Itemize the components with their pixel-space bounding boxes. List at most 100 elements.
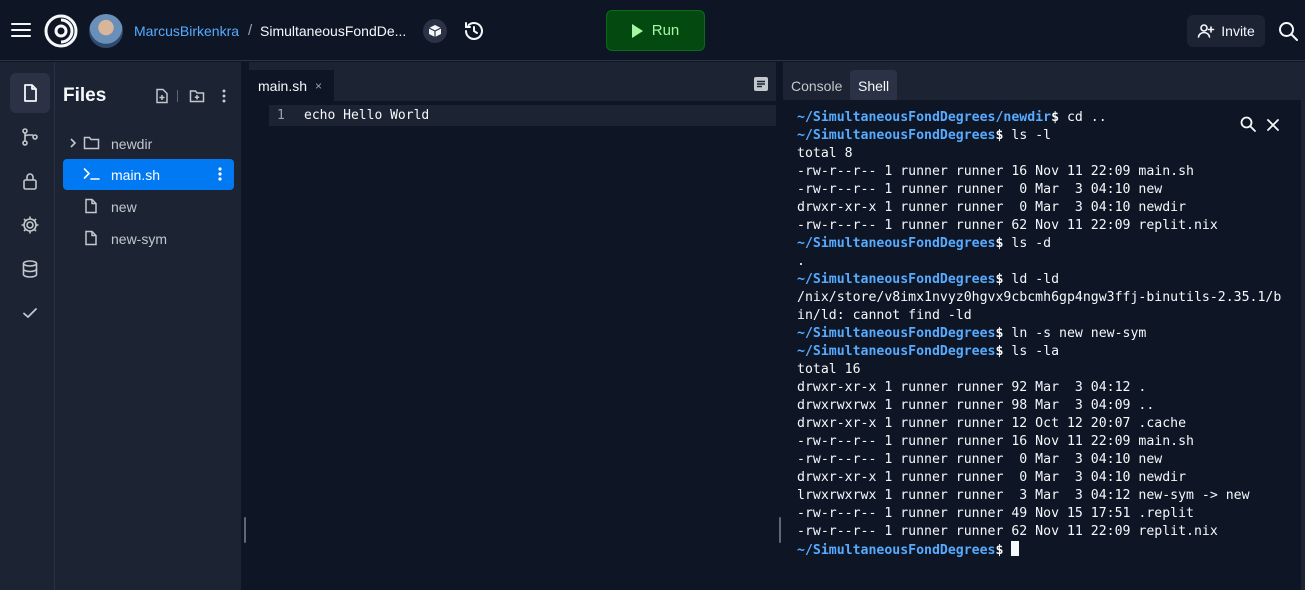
secrets-tool-button[interactable]: [10, 161, 50, 201]
prompt-path: ~/SimultaneousFondDegrees: [797, 272, 996, 287]
terminal-output-text: drwxr-xr-x 1 runner runner 0 Mar 3 04:10…: [797, 200, 1187, 215]
terminal-line: ~/SimultaneousFondDegrees$ ls -l: [797, 127, 1281, 145]
history-icon[interactable]: [462, 19, 486, 43]
terminal-output-text: -rw-r--r-- 1 runner runner 16 Nov 11 22:…: [797, 164, 1194, 179]
tool-rail: [0, 62, 55, 590]
terminal-output-text: drwxrwxrwx 1 runner runner 98 Mar 3 04:0…: [797, 398, 1155, 413]
tab-console[interactable]: Console: [783, 70, 850, 101]
terminal-line: -rw-r--r-- 1 runner runner 62 Nov 11 22:…: [797, 217, 1281, 235]
terminal[interactable]: ~/SimultaneousFondDegrees/newdir$ cd .. ~…: [783, 100, 1301, 590]
close-icon[interactable]: ×: [315, 79, 322, 93]
terminal-output-text: -rw-r--r-- 1 runner runner 62 Nov 11 22:…: [797, 524, 1218, 539]
terminal-line: ~/SimultaneousFondDegrees$: [797, 541, 1281, 560]
command-text: ln -s new new-sym: [1003, 326, 1147, 341]
terminal-line: ~/SimultaneousFondDegrees$ ls -d: [797, 235, 1281, 253]
search-icon[interactable]: [1239, 115, 1259, 135]
prompt-path: ~/SimultaneousFondDegrees/newdir: [797, 110, 1052, 125]
command-text: ls -d: [1003, 236, 1052, 251]
file-tree-item-label: new-sym: [111, 231, 168, 247]
file-tree-item-newdir[interactable]: newdir: [63, 128, 234, 159]
tab-main-sh[interactable]: main.sh ×: [249, 70, 334, 101]
terminal-line: -rw-r--r-- 1 runner runner 62 Nov 11 22:…: [797, 523, 1281, 541]
file-tree-item-new-sym[interactable]: new-sym: [63, 223, 234, 254]
editor-pane: main.sh × 1 echo Hello World: [249, 62, 776, 590]
settings-tool-button[interactable]: [10, 205, 50, 245]
file-icon: [85, 198, 97, 214]
terminal-output-text: /nix/store/v8imx1nvyz0hgvx9cbcmh6gp4ngw3…: [797, 290, 1282, 305]
editor-menu-icon[interactable]: [752, 75, 772, 95]
add-user-icon: [1197, 24, 1215, 38]
file-tree-item-new[interactable]: new: [63, 191, 234, 222]
new-file-button[interactable]: [152, 86, 172, 106]
terminal-line: total 8: [797, 145, 1281, 163]
files-more-button[interactable]: [214, 86, 234, 106]
command-text: ld -ld: [1003, 272, 1060, 287]
code-line[interactable]: 1 echo Hello World: [269, 105, 776, 126]
prompt-path: ~/SimultaneousFondDegrees: [797, 128, 996, 143]
terminal-line: drwxr-xr-x 1 runner runner 0 Mar 3 04:10…: [797, 469, 1281, 487]
terminal-line: -rw-r--r-- 1 runner runner 0 Mar 3 04:10…: [797, 181, 1281, 199]
terminal-cursor[interactable]: [1011, 541, 1020, 556]
run-button[interactable]: Run: [606, 10, 705, 51]
database-tool-button[interactable]: [10, 249, 50, 289]
terminal-output-text: lrwxrwxrwx 1 runner runner 3 Mar 3 04:12…: [797, 488, 1250, 503]
terminal-output-text: drwxr-xr-x 1 runner runner 12 Oct 12 20:…: [797, 416, 1187, 431]
file-tree-item-main-sh[interactable]: main.sh: [63, 159, 234, 190]
file-tree-item-label: new: [111, 199, 137, 215]
close-icon[interactable]: [1263, 115, 1283, 135]
terminal-output-text: -rw-r--r-- 1 runner runner 49 Nov 15 17:…: [797, 506, 1194, 521]
panel-resize-handle[interactable]: [241, 62, 249, 590]
terminal-line: .: [797, 253, 1281, 271]
resize-grip[interactable]: [779, 517, 781, 543]
terminal-output-text: -rw-r--r-- 1 runner runner 0 Mar 3 04:10…: [797, 182, 1163, 197]
checks-tool-button[interactable]: [10, 293, 50, 333]
gear-icon: [21, 216, 39, 234]
terminal-output-text: drwxr-xr-x 1 runner runner 0 Mar 3 04:10…: [797, 470, 1187, 485]
terminal-line: ~/SimultaneousFondDegrees$ ls -la: [797, 343, 1281, 361]
hamburger-icon[interactable]: [10, 20, 32, 42]
tab-shell[interactable]: Shell: [850, 70, 898, 101]
files-panel: Files newdir main.sh new new-sym: [55, 62, 241, 590]
code-editor[interactable]: 1 echo Hello World: [249, 101, 776, 590]
avatar[interactable]: [89, 14, 123, 48]
kebab-menu-icon: [222, 89, 226, 103]
files-icon: [24, 84, 37, 102]
files-tool-button[interactable]: [10, 73, 50, 113]
terminal-line: -rw-r--r-- 1 runner runner 0 Mar 3 04:10…: [797, 451, 1281, 469]
line-number: 1: [277, 108, 285, 123]
kebab-menu-icon[interactable]: [212, 166, 228, 182]
terminal-output[interactable]: ~/SimultaneousFondDegrees/newdir$ cd .. ~…: [797, 109, 1281, 560]
file-tree-item-label: main.sh: [111, 167, 161, 183]
prompt-path: ~/SimultaneousFondDegrees: [797, 344, 996, 359]
replit-logo-icon[interactable]: [44, 14, 78, 48]
username-link[interactable]: MarcusBirkenkra: [134, 23, 239, 39]
search-icon[interactable]: [1277, 20, 1299, 42]
new-file-icon: [156, 88, 168, 104]
chevron-right-icon[interactable]: [67, 137, 79, 149]
files-title: Files: [63, 85, 107, 106]
command-text: ls -la: [1003, 344, 1060, 359]
terminal-line: drwxr-xr-x 1 runner runner 0 Mar 3 04:10…: [797, 199, 1281, 217]
nix-cube-icon[interactable]: [423, 19, 447, 43]
run-label: Run: [651, 22, 680, 39]
play-icon: [631, 23, 643, 38]
lock-icon: [23, 173, 37, 190]
command-text: cd ..: [1059, 110, 1107, 125]
command-text: ls -l: [1003, 128, 1052, 143]
invite-button[interactable]: Invite: [1187, 15, 1265, 47]
resize-grip[interactable]: [244, 517, 246, 543]
new-folder-button[interactable]: [187, 86, 207, 106]
command-text: [1003, 543, 1011, 558]
repl-name[interactable]: SimultaneousFondDe...: [260, 23, 406, 39]
divider: [177, 90, 178, 102]
prompt-path: ~/SimultaneousFondDegrees: [797, 236, 996, 251]
terminal-line: -rw-r--r-- 1 runner runner 49 Nov 15 17:…: [797, 505, 1281, 523]
git-tool-button[interactable]: [10, 117, 50, 157]
prompt-symbol: $: [1051, 110, 1060, 125]
terminal-line: lrwxrwxrwx 1 runner runner 3 Mar 3 04:12…: [797, 487, 1281, 505]
terminal-line: ~/SimultaneousFondDegrees$ ln -s new new…: [797, 325, 1281, 343]
terminal-line: /nix/store/v8imx1nvyz0hgvx9cbcmh6gp4ngw3…: [797, 289, 1281, 307]
terminal-line: drwxrwxrwx 1 runner runner 98 Mar 3 04:0…: [797, 397, 1281, 415]
code-text[interactable]: echo Hello World: [304, 105, 429, 126]
terminal-output-text: total 8: [797, 146, 853, 161]
